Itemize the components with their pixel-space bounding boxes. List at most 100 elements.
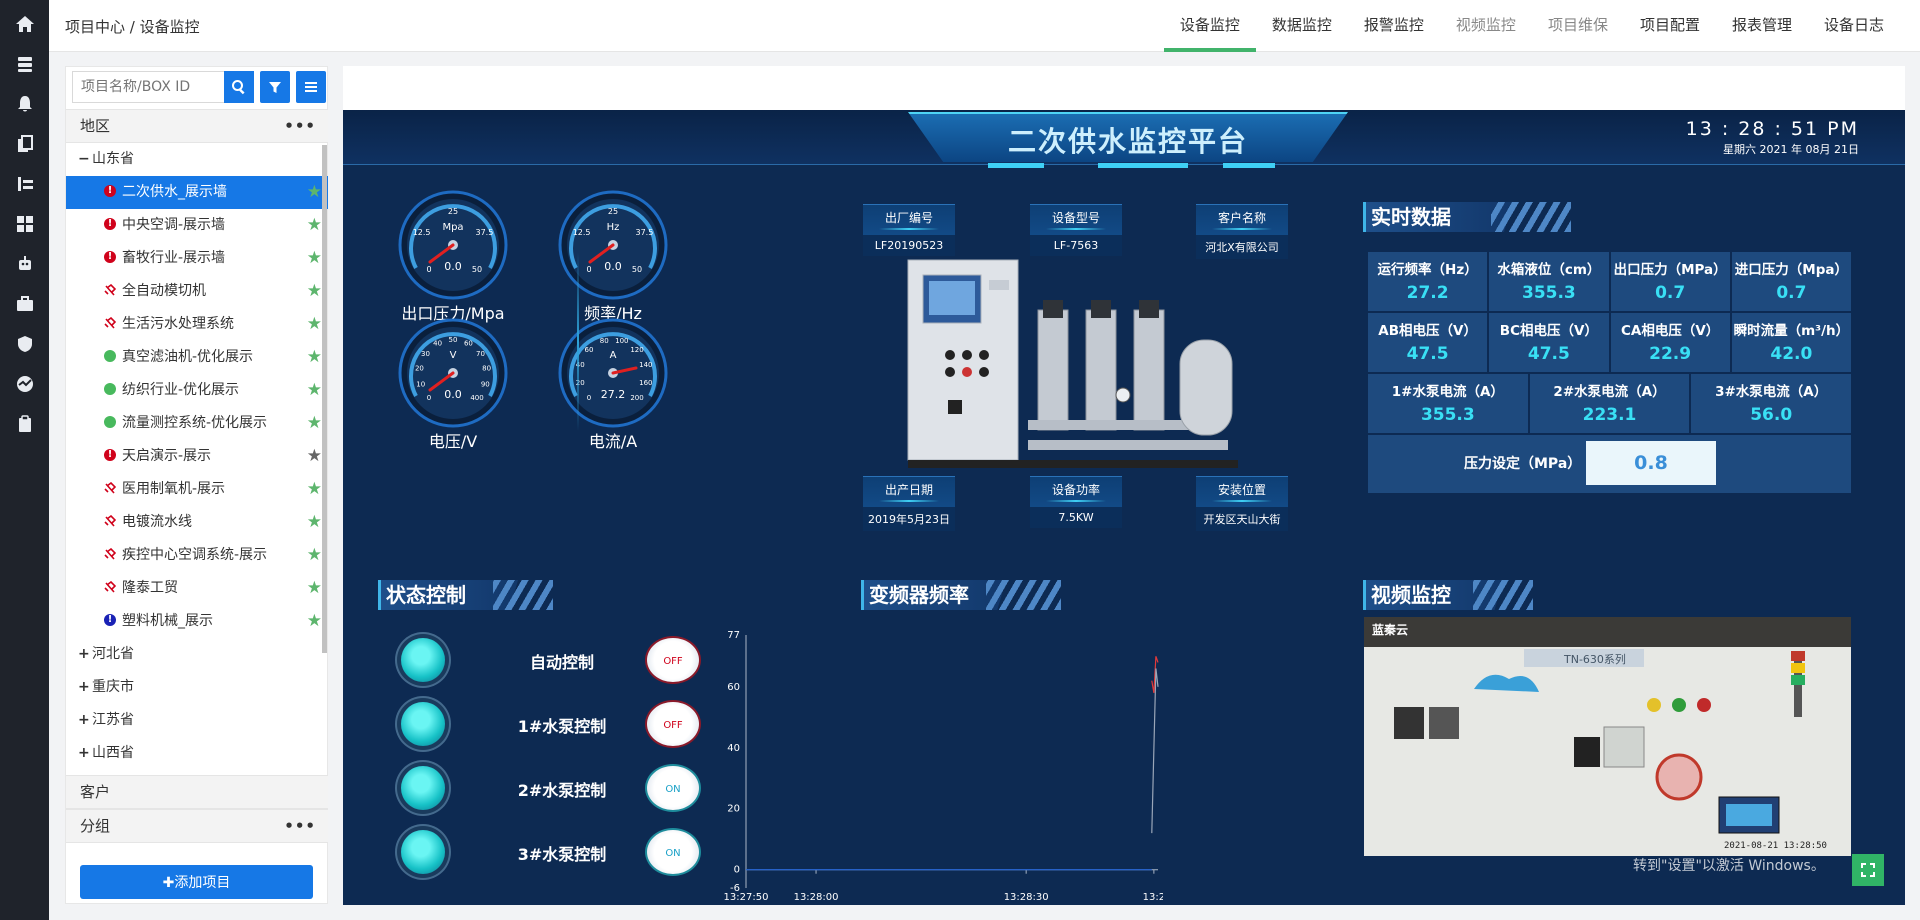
alarm-icon [104,240,116,273]
gauge-3: 020406080 100120140160200A27.2 [558,318,668,428]
search-input[interactable] [72,71,224,103]
tab-1[interactable]: 数据监控 [1256,0,1348,52]
home-icon[interactable] [0,4,49,44]
clipboard-icon[interactable] [0,404,49,444]
favorite-star-icon[interactable]: ★ [307,539,322,572]
video-feed[interactable]: 蓝秦云 TN-630系列 2021-08-21 13:28:50 [1364,617,1851,856]
tree-project-item[interactable]: 疾控中心空调系统-展示 ★ [66,539,328,572]
gauge-unit: Hz [607,222,620,233]
dashboard-clock: 13 : 28 : 51 PM 星期六 2021 年 08月 21日 [1686,118,1859,157]
control-switch-button[interactable]: OFF [645,700,701,748]
device-info-tag: 安装位置 开发区天山大街 [1196,476,1288,531]
tree-project-item[interactable]: 二次供水_展示墙 ★ [66,174,328,209]
tree-project-item[interactable]: 流量测控系统-优化展示 ★ [66,407,328,440]
tab-3[interactable]: 视频监控 [1440,0,1532,52]
briefcase-icon[interactable] [0,284,49,324]
grid-icon[interactable] [0,204,49,244]
chart-y-tick-label: 0 [734,865,740,876]
add-project-button[interactable]: ✚添加项目 [80,865,313,899]
bell-icon[interactable] [0,84,49,124]
tree-project-item[interactable]: 隆泰工贸 ★ [66,572,328,605]
realtime-cell: 1#水泵电流（A） 355.3 [1368,374,1528,433]
tab-0[interactable]: 设备监控 [1163,0,1256,52]
device-info-value: 开发区天山大街 [1196,507,1288,531]
tree-region[interactable]: + 山西省 [66,737,328,770]
tree-scrollbar[interactable] [322,145,327,653]
favorite-star-icon[interactable]: ★ [307,176,322,209]
favorite-star-icon[interactable]: ★ [307,407,322,440]
realtime-key: 出口压力（MPa） [1613,262,1727,278]
tree-project-item[interactable]: 医用制氧机-展示 ★ [66,473,328,506]
chart-circle-icon[interactable] [0,364,49,404]
tree-project-item[interactable]: 塑料机械_展示 ★ [66,603,328,638]
control-switch-button[interactable]: ON [645,828,701,876]
tree-region[interactable]: − 山东省 [66,143,328,176]
favorite-star-icon[interactable]: ★ [307,308,322,341]
expand-icon[interactable]: + [78,638,92,671]
fullscreen-button[interactable] [1852,854,1884,886]
device-info-tag: 客户名称 河北X有限公司 [1196,204,1288,259]
expand-icon[interactable]: + [78,704,92,737]
favorite-star-icon[interactable]: ★ [307,209,322,242]
setpoint-input[interactable]: 0.8 [1586,441,1716,485]
tree-project-item[interactable]: 生活污水处理系统 ★ [66,308,328,341]
favorite-star-icon[interactable]: ★ [307,440,322,473]
region-header-label: 地区 [80,117,111,135]
tab-5[interactable]: 项目配置 [1624,0,1716,52]
favorite-star-icon[interactable]: ★ [307,572,322,605]
copy-icon[interactable] [0,124,49,164]
robot-icon[interactable] [0,244,49,284]
control-switch-button[interactable]: OFF [645,636,701,684]
filter-button[interactable] [260,71,290,103]
favorite-star-icon[interactable]: ★ [307,242,322,275]
layers-icon[interactable] [0,44,49,84]
favorite-star-icon[interactable]: ★ [307,605,322,638]
expand-icon[interactable]: + [78,737,92,770]
tree-project-item[interactable]: 天启演示-展示 ★ [66,438,328,473]
tree-project-item[interactable]: 纺织行业-优化展示 ★ [66,374,328,407]
favorite-star-icon[interactable]: ★ [307,506,322,539]
tree-project-item[interactable]: 电镀流水线 ★ [66,506,328,539]
device-info-key: 出厂编号 [863,204,955,235]
control-row: 自动控制 OFF [401,635,701,685]
tree-region[interactable]: + 重庆市 [66,671,328,704]
favorite-star-icon[interactable]: ★ [307,275,322,308]
region-more-button[interactable]: ••• [284,110,316,142]
device-info-key: 设备型号 [1030,204,1122,235]
realtime-value: 355.3 [1420,405,1475,425]
tab-7[interactable]: 设备日志 [1808,0,1900,52]
chart-series-line [1151,668,1159,834]
tools-icon[interactable] [0,164,49,204]
shield-icon[interactable] [0,324,49,364]
tree-project-item[interactable]: 畜牧行业-展示墙 ★ [66,240,328,275]
control-switch-button[interactable]: ON [645,764,701,812]
realtime-cell: 3#水泵电流（A） 56.0 [1691,374,1852,433]
list-view-button[interactable] [296,71,326,103]
realtime-cell: 2#水泵电流（A） 223.1 [1529,374,1690,433]
favorite-star-icon[interactable]: ★ [307,341,322,374]
tree-project-item[interactable]: 真空滤油机-优化展示 ★ [66,341,328,374]
favorite-star-icon[interactable]: ★ [307,473,322,506]
chart-y-tick-label: 60 [727,682,740,693]
device-info-value: LF20190523 [863,235,955,256]
tree-item-label: 重庆市 [92,679,134,695]
tab-4[interactable]: 项目维保 [1532,0,1624,52]
realtime-value: 355.3 [1521,283,1576,303]
tab-2[interactable]: 报警监控 [1348,0,1440,52]
group-more-button[interactable]: ••• [284,810,316,842]
customer-header[interactable]: 客户 [66,775,328,809]
gauge-tick-label: 50 [632,265,642,274]
tree-project-item[interactable]: 中央空调-展示墙 ★ [66,207,328,242]
tree-region[interactable]: + 江苏省 [66,704,328,737]
favorite-star-icon[interactable]: ★ [307,374,322,407]
tree-region[interactable]: + 河北省 [66,638,328,671]
region-header[interactable]: 地区 ••• [66,109,328,143]
tree-project-item[interactable]: 全自动模切机 ★ [66,275,328,308]
group-header[interactable]: 分组 ••• [66,809,328,843]
search-button[interactable] [224,71,254,103]
tree-item-label: 山东省 [92,151,134,167]
realtime-key: BC相电压（V） [1499,323,1598,339]
expand-icon[interactable]: + [78,671,92,704]
tab-6[interactable]: 报表管理 [1716,0,1808,52]
collapse-icon[interactable]: − [78,143,92,176]
